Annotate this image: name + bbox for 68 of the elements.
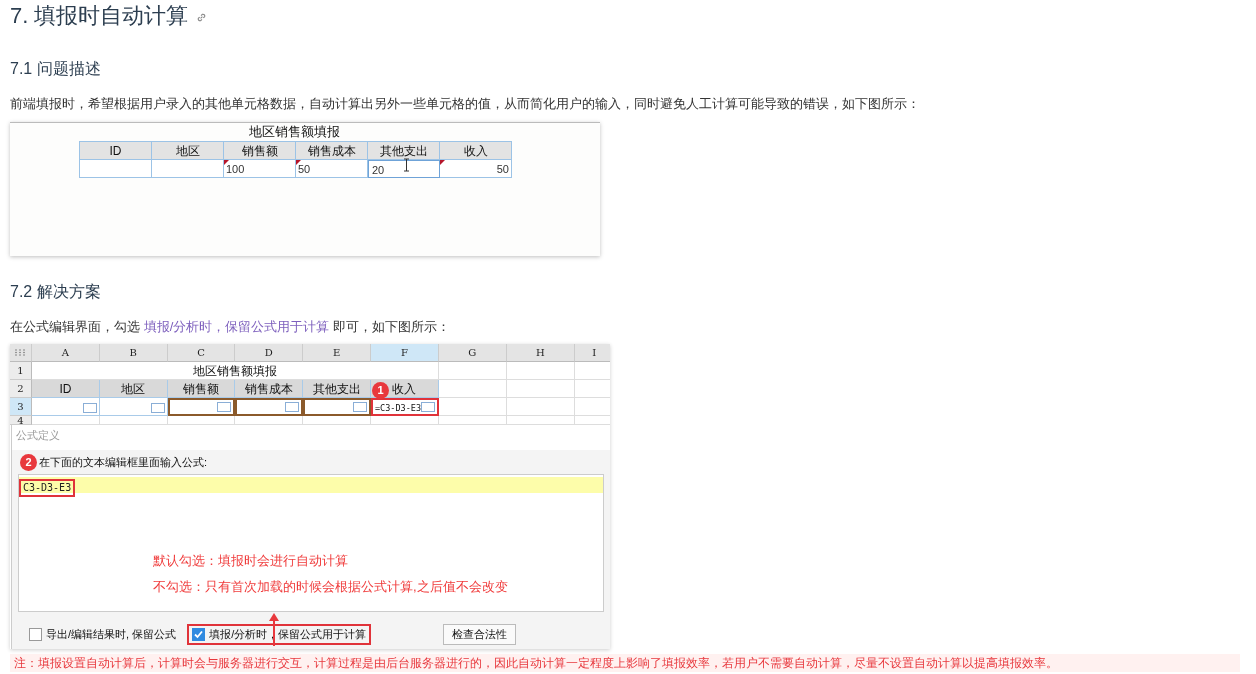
column-header: 销售额 [224,142,296,160]
column-header: 其他支出 [368,142,440,160]
table-cell[interactable] [32,398,100,416]
widget-icon [82,403,97,413]
widget-icon [420,402,435,412]
link-icon[interactable] [196,12,208,23]
field-label: 在下面的文本编辑框里面输入公式: [39,454,208,470]
column-header[interactable]: D [235,344,304,362]
paragraph: 在公式编辑界面，勾选 填报/分析时，保留公式用于计算 即可，如下图所示： [10,318,451,336]
formula-text: C3-D3-E3 [19,479,76,497]
input-field[interactable]: 20 [368,160,440,178]
table-cell: 50 [296,160,368,178]
column-header[interactable]: B [99,344,168,362]
section-heading: 7.1 问题描述 [10,59,102,79]
column-header[interactable]: A [32,344,100,362]
grid-cell[interactable] [506,398,575,416]
row-header[interactable]: 3 [10,398,32,416]
table-cell[interactable] [235,398,304,416]
widget-icon [217,402,232,412]
link[interactable]: 填报/分析时，保留公式用于计算 [143,319,330,334]
column-header: ID [32,380,100,398]
column-header[interactable]: F [371,344,439,362]
note-text: 注：填报设置自动计算后，计算时会与服务器进行交互，计算过程是由后台服务器进行的，因此自动计算一定程度上影响了填报效率，若用户不需要自动计算，尽量不设置自动计算以提高填报效率。 [10,654,1240,672]
checkbox-option[interactable]: 填报/分析时，保留公式用于计算 [187,623,372,645]
select-all-icon[interactable] [15,349,26,356]
column-header: 其他支出 [303,380,371,398]
step-badge: 2 [20,453,37,471]
column-header: 收入 [440,142,512,160]
page-title: 7. 填报时自动计算 [10,2,189,30]
widget-icon [353,402,367,412]
table-cell[interactable] [167,398,236,416]
table-cell[interactable]: =C3-D3-E3 [371,398,439,416]
widget-icon [150,403,165,413]
grid-cell[interactable] [438,362,507,380]
grid-cell[interactable] [438,380,507,398]
checkbox-option[interactable]: 导出/编辑结果时, 保留公式 [24,623,182,645]
text-cursor-icon [403,158,410,172]
column-header: ID [80,142,152,160]
column-header[interactable]: H [506,344,575,362]
annotation-text: 不勾选：只有首次加载的时候会根据公式计算,之后值不会改变 [153,578,509,596]
annotation-text: 默认勾选：填报时会进行自动计算 [153,552,349,570]
section-heading: 7.2 解决方案 [10,282,102,302]
grid-cell[interactable] [506,380,575,398]
row-header[interactable]: 2 [10,380,32,398]
table-cell[interactable] [303,398,371,416]
grid-cell[interactable] [438,398,507,416]
row-header[interactable]: 1 [10,362,32,380]
column-header: 销售额 [167,380,236,398]
column-header[interactable]: E [303,344,371,362]
paragraph: 前端填报时，希望根据用户录入的其他单元格数据，自动计算出另外一些单元格的值，从而简化用户的输入，同时避免人工计算可能导致的错误，如下图所示： [10,95,921,113]
column-header[interactable]: I [574,344,610,362]
column-header: 地区 [152,142,224,160]
column-header: 地区 [99,380,168,398]
table-cell: 50 [440,160,512,178]
formula-editor[interactable]: C3-D3-E3 默认勾选：填报时会进行自动计算 不勾选：只有首次加载的时候会根据公式计算,之后值不会改变 [18,474,604,612]
widget-icon [285,402,300,412]
grid-cell[interactable] [506,362,575,380]
validate-button[interactable]: 检查合法性 [443,623,517,645]
column-header[interactable]: G [438,344,507,362]
checkbox[interactable] [29,627,42,641]
checkbox[interactable] [192,627,206,641]
arrow-icon [269,613,279,646]
report-title: 地区销售额填报 [248,123,341,141]
table-cell[interactable] [99,398,168,416]
column-header: 销售成本 [235,380,304,398]
table-cell: 100 [224,160,296,178]
column-header: 销售成本 [296,142,368,160]
column-header[interactable]: C [167,344,236,362]
